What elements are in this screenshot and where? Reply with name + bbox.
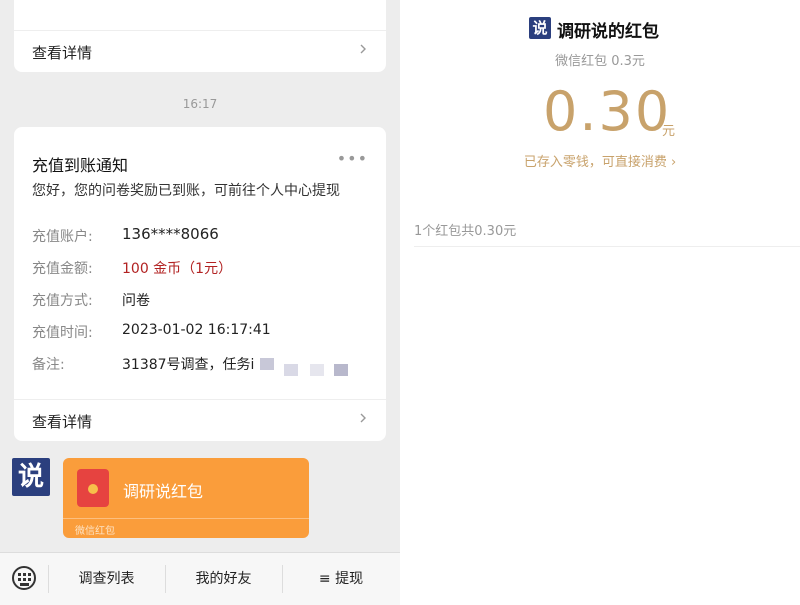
red-packet-icon	[77, 469, 109, 507]
tab-my-friends[interactable]: 我的好友	[165, 553, 282, 605]
field-value: 136****8066	[122, 225, 219, 243]
chat-panel: 奖励 查看详情 16:17 充值到账通知 ••• 您好，您的问卷奖励已到账，可前…	[0, 0, 400, 605]
sender-logo: 说	[529, 17, 551, 39]
recharge-notice-card: 充值到账通知 ••• 您好，您的问卷奖励已到账，可前往个人中心提现 充值账户: …	[14, 127, 386, 441]
field-key: 充值方式:	[32, 293, 93, 309]
redaction-blur	[284, 364, 298, 376]
previous-message-card: 奖励 查看详情	[14, 0, 386, 72]
chevron-right-icon	[360, 413, 366, 423]
sender-header: 说 调研说的红包	[400, 16, 800, 42]
redaction-blur	[334, 364, 348, 376]
red-packet-title: 调研说红包	[123, 482, 204, 501]
red-packet-subtitle: 微信红包	[75, 526, 115, 537]
field-key: 充值账户:	[32, 229, 93, 245]
amount-value: 0.30	[543, 80, 672, 143]
field-value: 问卷	[122, 293, 150, 309]
field-key: 充值金额:	[32, 261, 93, 277]
sender-title: 调研说的红包	[557, 22, 659, 42]
view-details-row[interactable]: 查看详情	[14, 399, 386, 441]
field-key: 充值时间:	[32, 325, 93, 341]
tab-survey-list[interactable]: 调查列表	[48, 553, 165, 605]
notice-description: 您好，您的问卷奖励已到账，可前往个人中心提现	[32, 183, 340, 199]
red-packet-detail-panel: 说 调研说的红包 微信红包 0.3元 0.30 元 已存入零钱，可直接消费 › …	[400, 0, 800, 605]
bottom-menu-bar: 调查列表 我的好友 ≡ 提现	[0, 552, 400, 605]
more-icon[interactable]: •••	[337, 149, 368, 168]
view-details-row[interactable]: 查看详情	[14, 30, 386, 72]
notice-title: 充值到账通知	[32, 156, 129, 175]
saved-to-wallet-link[interactable]: 已存入零钱，可直接消费 ›	[400, 151, 800, 170]
field-key: 备注:	[32, 357, 65, 373]
red-packet-message[interactable]: 调研说红包 微信红包	[63, 458, 309, 538]
view-details-label: 查看详情	[32, 44, 93, 62]
amount-unit: 元	[662, 124, 676, 139]
field-value: 31387号调查，任务i	[122, 357, 255, 373]
tab-withdraw[interactable]: ≡ 提现	[282, 553, 400, 605]
view-details-label: 查看详情	[32, 413, 93, 431]
red-packet-description: 微信红包 0.3元	[555, 54, 645, 69]
field-value: 100 金币（1元）	[122, 261, 233, 277]
message-timestamp: 16:17	[182, 97, 218, 111]
redaction-blur	[310, 364, 324, 376]
packet-count: 1个红包共0.30元	[414, 224, 517, 239]
redaction-blur	[260, 358, 274, 370]
divider	[63, 518, 309, 519]
field-value: 2023-01-02 16:17:41	[122, 322, 271, 338]
divider	[414, 246, 800, 247]
avatar[interactable]: 说	[12, 458, 50, 496]
keyboard-icon[interactable]	[12, 566, 36, 590]
chevron-right-icon	[360, 44, 366, 54]
